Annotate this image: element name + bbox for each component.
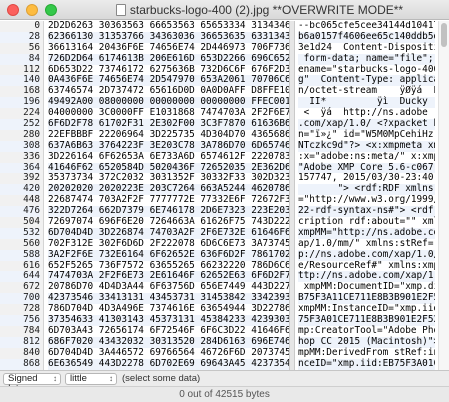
hex-row: 726D2D64 6174613B 206E616D 653D2266 696C…: [48, 52, 289, 65]
offset-label: 840: [23, 346, 40, 358]
hex-row: 3A2F2F6E 732E6164 6F62652E 636F6D2F 7861…: [48, 248, 289, 261]
ascii-row: p://ns.adobe.com/xap/1.0/sTyp: [298, 248, 435, 261]
ascii-row: mpMM:DerivedFrom stRef:insta: [298, 346, 435, 358]
offset-label: 336: [23, 150, 40, 162]
status-text: 0 out of 42515 bytes: [179, 389, 270, 400]
close-window-button[interactable]: [7, 4, 19, 16]
zoom-window-button[interactable]: [45, 4, 57, 16]
offset-column: 0 28 56 84 112 140 168 196 224 252 280 308 336 364 392…: [0, 21, 44, 370]
window-title: starbucks-logo-400 (2).jpg **OVERWRITE M…: [80, 3, 439, 17]
hex-row: 6E636549 443D2278 6D702E69 69643A45 4237…: [48, 357, 289, 370]
document-icon: [115, 4, 126, 16]
ascii-row: nceID="xmp.iid:EB75F3A01CE71: [298, 357, 435, 370]
ascii-row: :x="adobe:ns:meta/" x:xmptk=: [298, 150, 435, 162]
ascii-view[interactable]: --bc065cfe5cee34144d10417ce6b6a0157f4606…: [295, 21, 435, 370]
window-title-text: starbucks-logo-400 (2).jpg **OVERWRITE M…: [129, 3, 404, 17]
window-titlebar: starbucks-logo-400 (2).jpg **OVERWRITE M…: [0, 0, 449, 20]
endian-select[interactable]: little ↕: [65, 373, 117, 385]
offset-label: 588: [0, 249, 40, 261]
status-bar: 0 out of 42515 bytes: [0, 386, 449, 402]
scrollbar-thumb[interactable]: [441, 23, 447, 47]
hex-view[interactable]: 2D2D6263 30363563 66653563 65653334 3134…: [44, 21, 289, 370]
chevron-updown-icon: ↕: [53, 374, 57, 383]
vertical-scrollbar[interactable]: [438, 21, 449, 370]
type-select[interactable]: Signed Int ↕: [3, 373, 61, 394]
hex-row: 3D226164 6F62653A 6E733A6D 6574612F 2220…: [48, 150, 289, 162]
selection-value: (select some data): [122, 373, 201, 384]
offset-label: 84: [0, 53, 40, 65]
minimize-window-button[interactable]: [26, 4, 38, 16]
ascii-row: form-data; name="file"; fil: [298, 53, 435, 65]
data-inspector-bar: Signed Int ↕ little ↕ (select some data): [0, 370, 449, 394]
endian-select-value: little: [70, 373, 87, 384]
offset-label: 868: [0, 358, 40, 370]
hex-row: 6D704D4D 3A446572 69766564 46726F6D 2073…: [48, 346, 289, 358]
chevron-updown-icon: ↕: [109, 374, 113, 383]
